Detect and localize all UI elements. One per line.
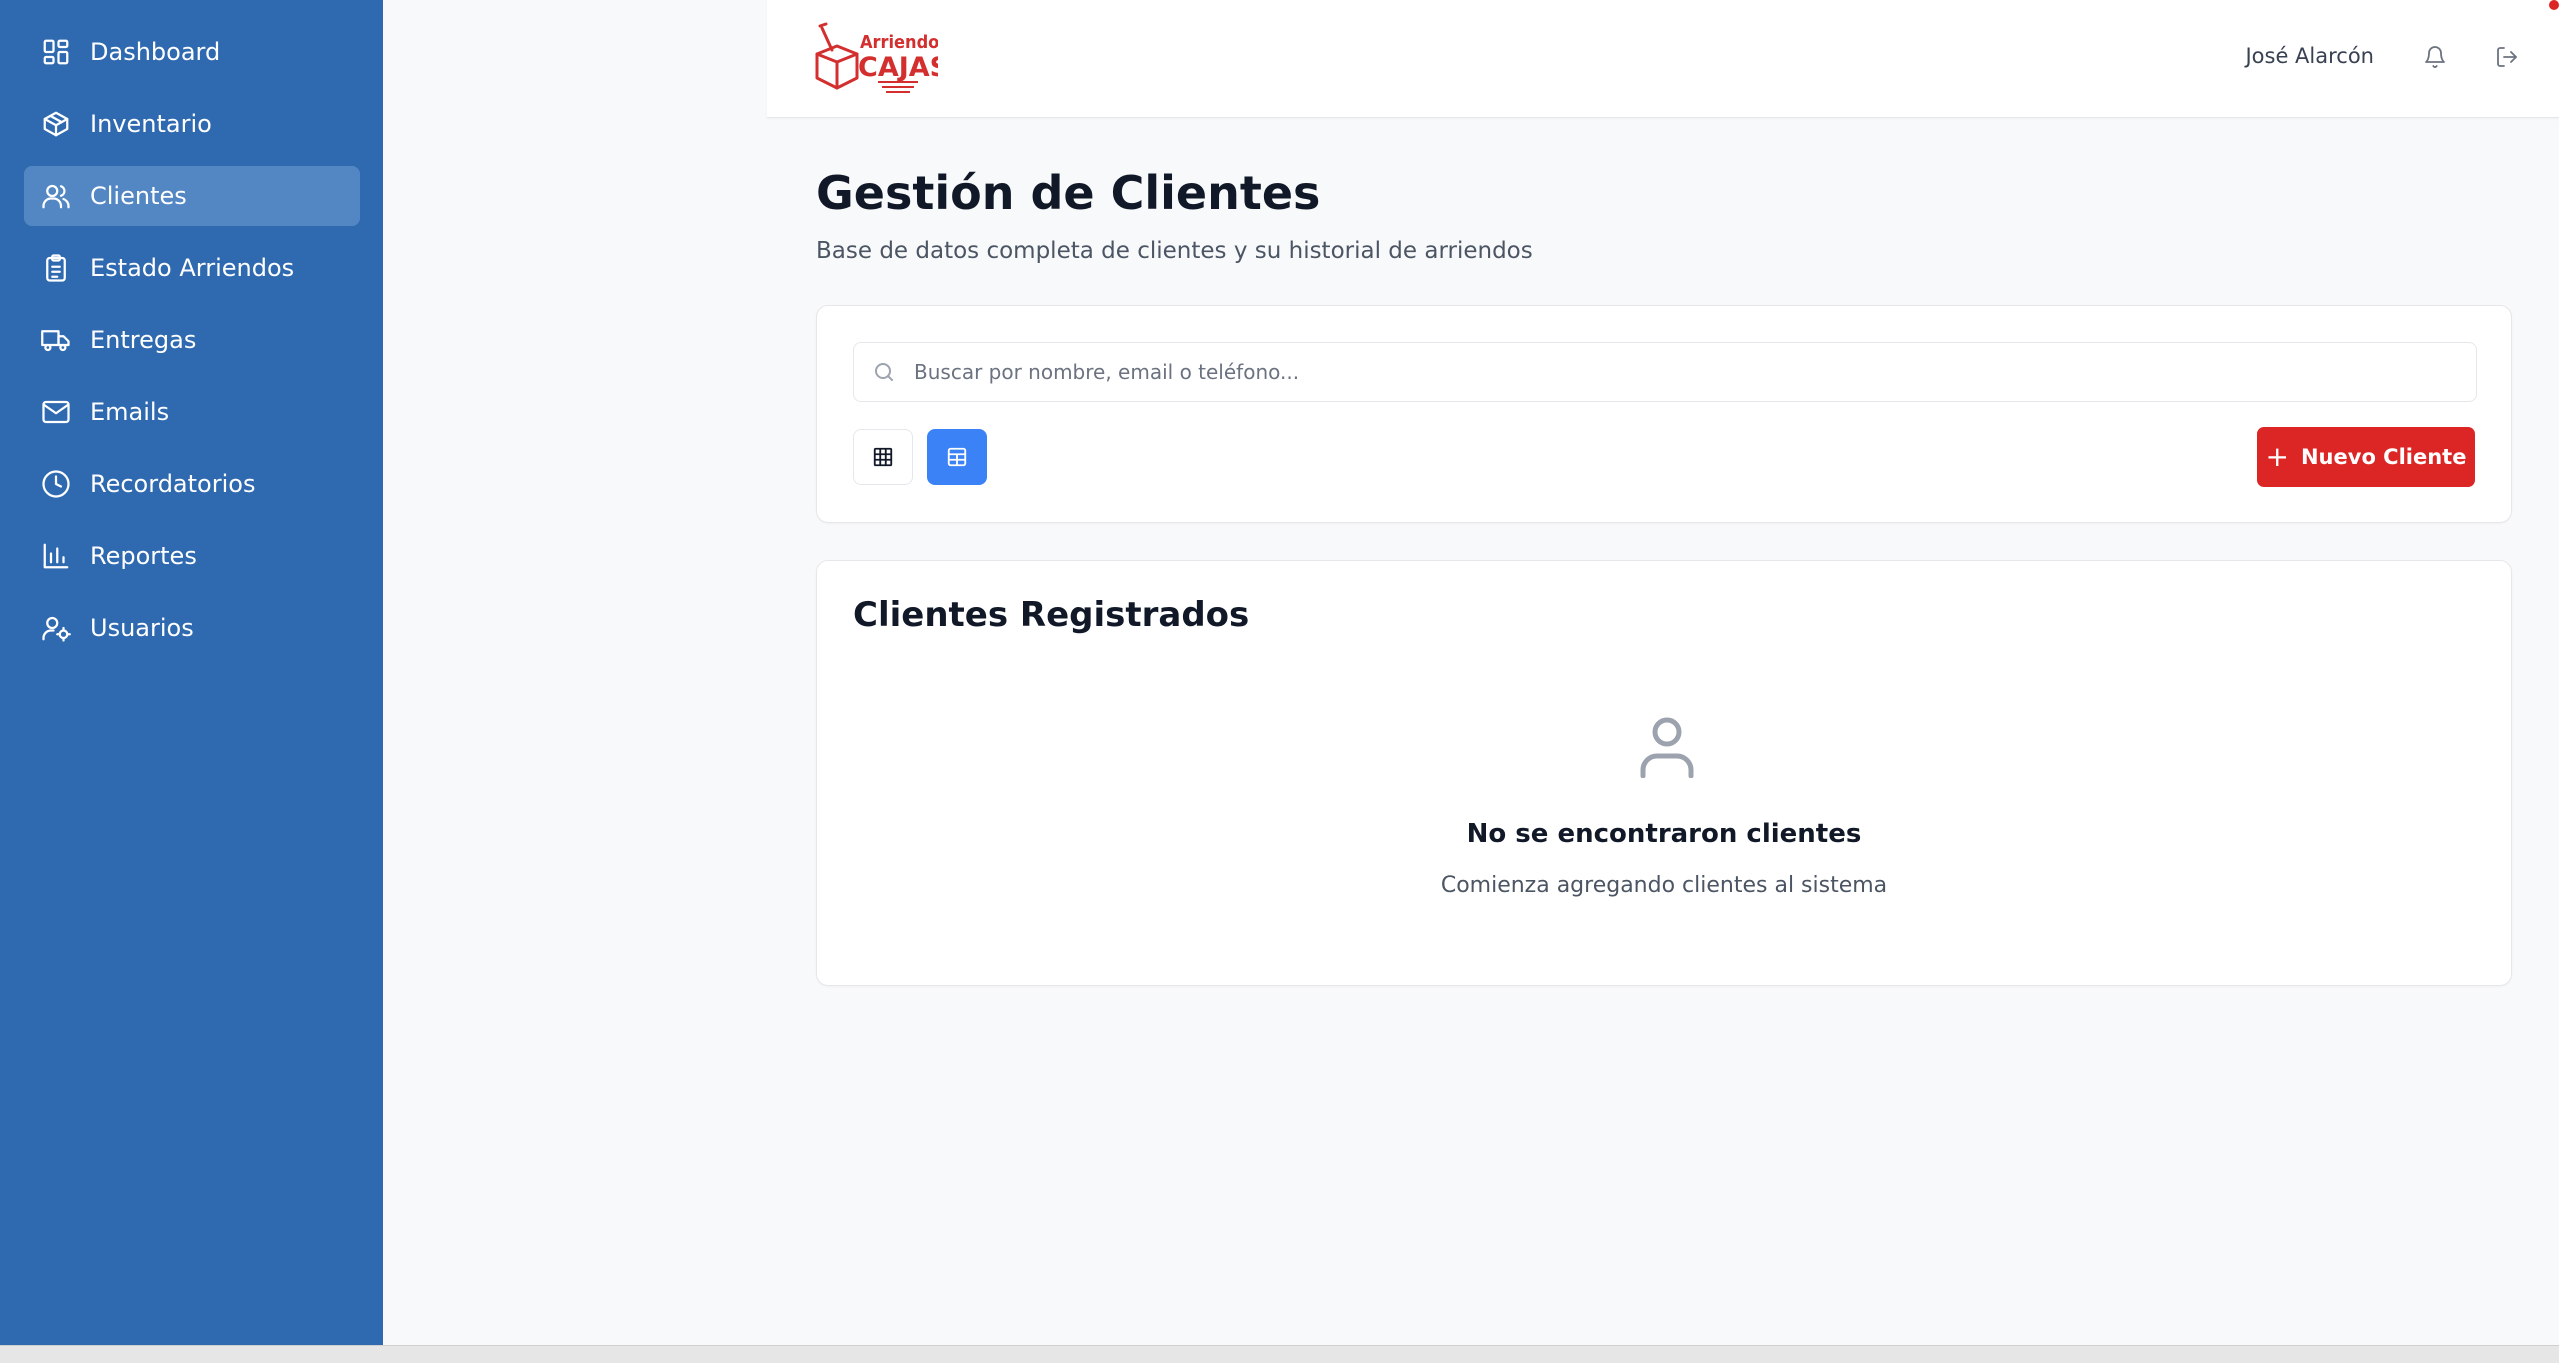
search-toolbar-card: + Nuevo Cliente [816, 305, 2512, 523]
user-icon [1639, 716, 1695, 779]
sidebar-item-label: Usuarios [90, 614, 194, 642]
search-input[interactable] [914, 360, 2414, 384]
table-icon [947, 447, 967, 467]
user-name[interactable]: José Alarcón [2245, 44, 2374, 68]
os-taskbar [0, 1345, 2559, 1363]
sidebar-item-label: Dashboard [90, 38, 221, 66]
bar-chart-icon [40, 540, 72, 572]
table-view-button[interactable] [927, 429, 987, 485]
empty-state-title: No se encontraron clientes [1466, 819, 1862, 849]
sidebar-item-label: Inventario [90, 110, 212, 138]
sidebar-item-clientes[interactable]: Clientes [24, 166, 360, 226]
sidebar-item-estado-arriendos[interactable]: Estado Arriendos [24, 238, 360, 298]
search-box[interactable] [853, 342, 2477, 402]
dashboard-icon [40, 36, 72, 68]
page-title: Gestión de Clientes [816, 166, 1321, 220]
sidebar-item-label: Clientes [90, 182, 187, 210]
new-client-button[interactable]: + Nuevo Cliente [2257, 427, 2475, 487]
bell-icon[interactable] [2422, 44, 2448, 70]
clients-card-title: Clientes Registrados [853, 595, 1250, 635]
new-client-label: Nuevo Cliente [2300, 445, 2467, 469]
user-cog-icon [40, 612, 72, 644]
sidebar: Dashboard Inventario Clientes Estado Arr… [0, 0, 383, 1345]
sidebar-item-label: Reportes [90, 542, 197, 570]
sidebar-item-inventario[interactable]: Inventario [24, 94, 360, 154]
plus-icon: + [2265, 440, 2289, 473]
clipboard-icon [40, 252, 72, 284]
truck-icon [40, 324, 72, 356]
logo-text-top: Arriendo [860, 32, 938, 53]
sidebar-item-recordatorios[interactable]: Recordatorios [24, 454, 360, 514]
sidebar-item-emails[interactable]: Emails [24, 382, 360, 442]
empty-state-subtitle: Comienza agregando clientes al sistema [1440, 873, 1888, 898]
clock-icon [40, 468, 72, 500]
sidebar-item-label: Recordatorios [90, 470, 256, 498]
logout-icon[interactable] [2494, 44, 2520, 70]
page-subtitle: Base de datos completa de clientes y su … [816, 238, 1533, 264]
clients-card: Clientes Registrados No se encontraron c… [816, 560, 2512, 986]
grid-icon [873, 447, 893, 467]
users-icon [40, 180, 72, 212]
sidebar-item-usuarios[interactable]: Usuarios [24, 598, 360, 658]
arriendo-cajas-logo[interactable]: Arriendo CAJAS [812, 18, 949, 98]
sidebar-item-label: Emails [90, 398, 170, 426]
sidebar-item-label: Estado Arriendos [90, 254, 295, 282]
logo-text-bottom: CAJAS [858, 52, 938, 83]
sidebar-item-label: Entregas [90, 326, 197, 354]
sidebar-item-entregas[interactable]: Entregas [24, 310, 360, 370]
notification-dot [2549, 0, 2559, 10]
grid-view-button[interactable] [853, 429, 913, 485]
box-icon [40, 108, 72, 140]
sidebar-item-dashboard[interactable]: Dashboard [24, 22, 360, 82]
mail-icon [40, 396, 72, 428]
sidebar-item-reportes[interactable]: Reportes [24, 526, 360, 586]
top-header: Arriendo CAJAS José Alarcón [767, 0, 2559, 118]
search-icon [872, 360, 896, 384]
